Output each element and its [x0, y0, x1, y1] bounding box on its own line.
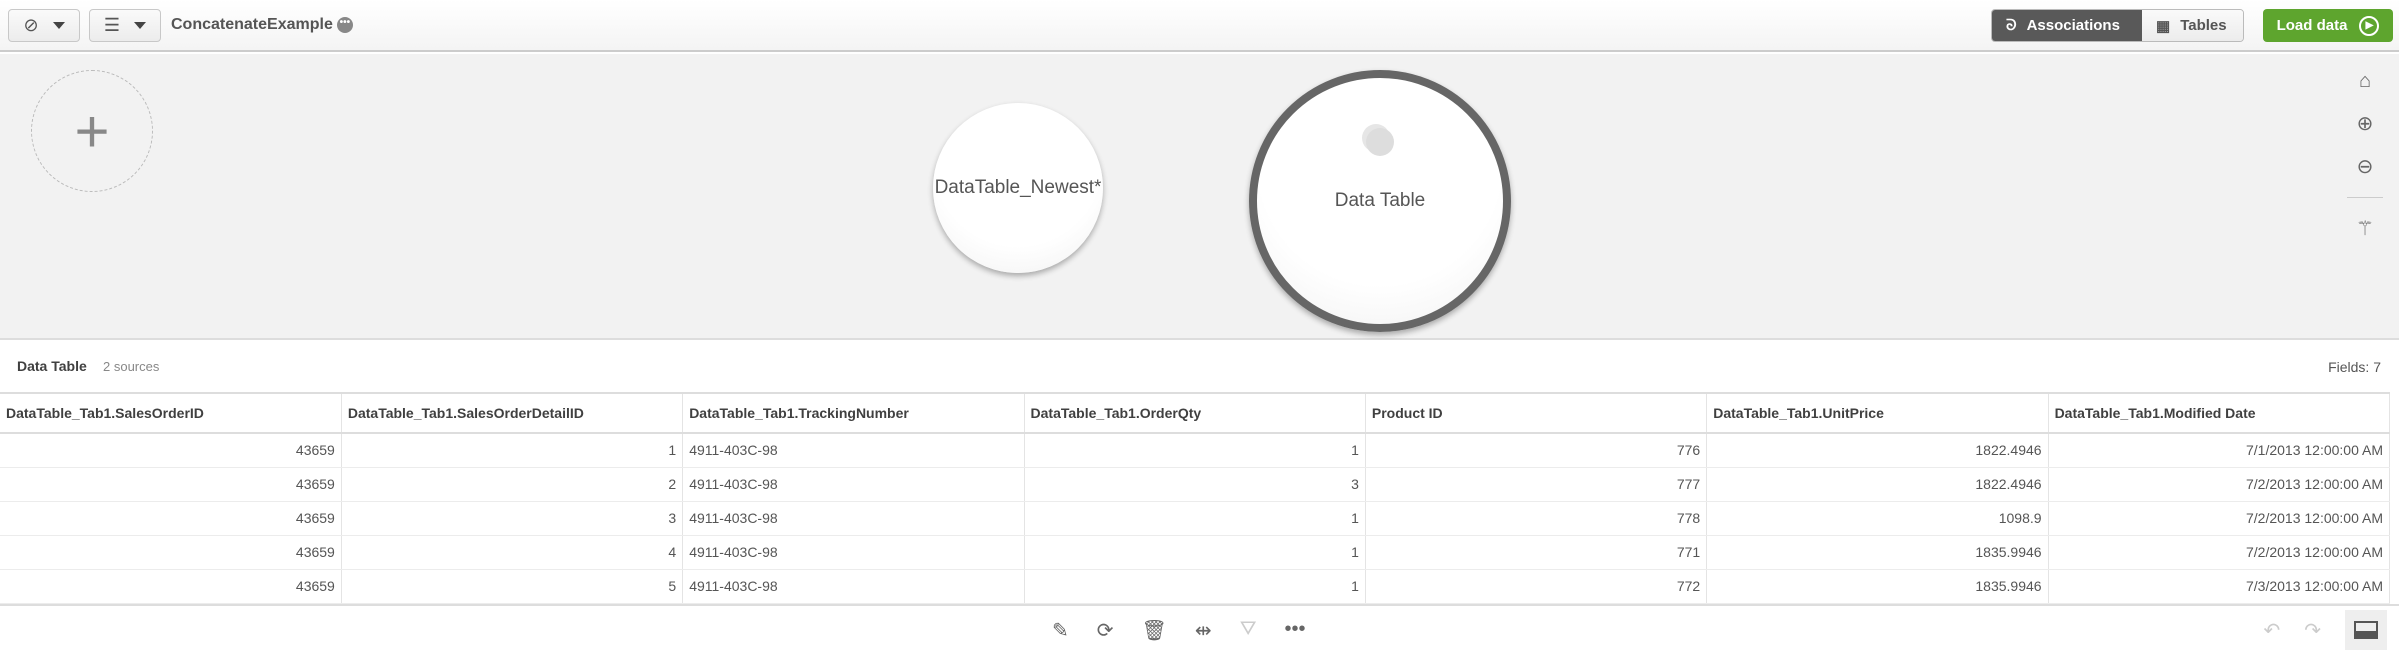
fields-count: Fields: 7 — [2328, 359, 2381, 375]
filter-icon[interactable]: ⛛ — [1240, 618, 1257, 643]
compass-icon: ⊘ — [23, 15, 39, 35]
zoom-out-icon[interactable]: ⊖ — [2357, 154, 2374, 179]
table-cell: 3 — [341, 501, 684, 536]
play-icon: ▶ — [2359, 15, 2380, 36]
associations-label: Associations — [2026, 17, 2120, 34]
edit-icon[interactable]: ✎ — [1052, 618, 1069, 643]
table-info-bar: Data Table 2 sources Fields: 7 — [0, 340, 2399, 392]
table-cell: 7/2/2013 12:00:00 AM — [2048, 467, 2391, 502]
table-cell: 1822.4946 — [1706, 433, 2049, 468]
table-cell: 1835.9946 — [1706, 569, 2049, 604]
table-cell: 7/3/2013 12:00:00 AM — [2048, 569, 2391, 604]
table-cell: 2 — [341, 467, 684, 502]
app-title: ConcatenateExample ••• — [171, 16, 353, 34]
table-header-row: DataTable_Tab1.SalesOrderID DataTable_Tab… — [0, 392, 2391, 434]
table-cell: 5 — [341, 569, 684, 604]
undo-icon[interactable]: ↶ — [2263, 618, 2280, 643]
table-cell: 772 — [1365, 569, 1708, 604]
column-header[interactable]: DataTable_Tab1.SalesOrderDetailID — [341, 392, 684, 434]
column-header[interactable]: DataTable_Tab1.UnitPrice — [1706, 392, 2049, 434]
delete-icon[interactable]: 🗑 — [1142, 618, 1167, 643]
table-bubble-label: Data Table — [1334, 190, 1426, 211]
table-cell: 4911-403C-98 — [682, 501, 1025, 536]
table-cell: 1822.4946 — [1706, 467, 2049, 502]
table-cell: 777 — [1365, 467, 1708, 502]
table-cell: 7/2/2013 12:00:00 AM — [2048, 501, 2391, 536]
refresh-icon[interactable]: ⟳ — [1097, 618, 1114, 643]
table-row: 43659 1 4911-403C-98 1 776 1822.4946 7/1/2013 … — [0, 433, 2391, 468]
global-menu-button[interactable]: ☰ — [89, 9, 161, 42]
table-title: Data Table — [17, 358, 87, 374]
tables-label: Tables — [2180, 17, 2227, 34]
data-preview-table: DataTable_Tab1.SalesOrderID DataTable_Tab… — [0, 392, 2391, 604]
magic-wand-icon[interactable]: ⚚ — [2356, 216, 2374, 241]
redo-icon[interactable]: ↷ — [2304, 618, 2321, 643]
table-cell: 43659 — [0, 501, 342, 536]
table-icon: ▦ — [2156, 17, 2171, 35]
table-cell: 1 — [1024, 433, 1366, 468]
table-cell: 7/2/2013 12:00:00 AM — [2048, 535, 2391, 570]
split-icon[interactable]: ⇹ — [1195, 618, 1212, 643]
add-data-button[interactable]: + — [31, 70, 153, 192]
table-cell: 3 — [1024, 467, 1366, 502]
bottom-toolbar: ✎ ⟳ 🗑 ⇹ ⛛ ••• ↶ ↷ — [0, 604, 2399, 654]
table-bubble-data-table[interactable]: Data Table — [1249, 70, 1511, 332]
table-cell: 4911-403C-98 — [682, 535, 1025, 570]
panel-icon — [2354, 621, 2378, 639]
column-header[interactable]: DataTable_Tab1.TrackingNumber — [682, 392, 1025, 434]
column-header[interactable]: DataTable_Tab1.Modified Date — [2048, 392, 2391, 434]
table-cell: 43659 — [0, 535, 342, 570]
table-cell: 1 — [341, 433, 684, 468]
table-cell: 4 — [341, 535, 684, 570]
navigation-menu-button[interactable]: ⊘ — [8, 9, 80, 42]
more-icon[interactable]: ••• — [336, 17, 353, 33]
table-cell: 4911-403C-98 — [682, 433, 1025, 468]
top-toolbar: ⊘ ☰ ConcatenateExample ••• ᘐ Associations … — [0, 0, 2399, 52]
table-cell: 7/1/2013 12:00:00 AM — [2048, 433, 2391, 468]
home-icon[interactable]: ⌂ — [2359, 70, 2371, 93]
table-cell: 43659 — [0, 467, 342, 502]
associations-icon: ᘐ — [2006, 17, 2017, 34]
table-cell: 1 — [1024, 501, 1366, 536]
table-bubble-label: DataTable_Newest* — [934, 177, 1102, 198]
chevron-down-icon — [52, 22, 65, 29]
chevron-down-icon — [134, 22, 147, 29]
table-cell: 776 — [1365, 433, 1708, 468]
column-header[interactable]: DataTable_Tab1.OrderQty — [1024, 392, 1366, 434]
table-cell: 43659 — [0, 433, 342, 468]
table-row: 43659 4 4911-403C-98 1 771 1835.9946 7/2/2013 … — [0, 535, 2391, 570]
divider — [2347, 197, 2383, 198]
app-title-text: ConcatenateExample — [171, 16, 333, 33]
plus-icon: + — [74, 97, 110, 165]
table-row: 43659 2 4911-403C-98 3 777 1822.4946 7/2/2013 … — [0, 467, 2391, 502]
view-switch: ᘐ Associations ▦ Tables — [1991, 9, 2244, 42]
table-cell: 771 — [1365, 535, 1708, 570]
canvas-tools: ⌂ ⊕ ⊖ ⚚ — [2345, 70, 2385, 241]
sources-count: 2 sources — [103, 359, 160, 374]
concatenated-icon — [1366, 128, 1394, 156]
table-cell: 778 — [1365, 501, 1708, 536]
table-bubble-datatable-newest[interactable]: DataTable_Newest* — [933, 103, 1103, 273]
load-data-label: Load data — [2276, 17, 2348, 34]
list-icon: ☰ — [103, 15, 121, 35]
table-cell: 1835.9946 — [1706, 535, 2049, 570]
tables-tab[interactable]: ▦ Tables — [2142, 10, 2243, 41]
column-header[interactable]: DataTable_Tab1.SalesOrderID — [0, 392, 342, 434]
table-cell: 4911-403C-98 — [682, 467, 1025, 502]
toggle-preview-panel-button[interactable] — [2345, 610, 2387, 650]
table-cell: 1 — [1024, 569, 1366, 604]
table-row: 43659 5 4911-403C-98 1 772 1835.9946 7/3/2013 … — [0, 569, 2391, 604]
zoom-in-icon[interactable]: ⊕ — [2357, 111, 2374, 136]
table-row: 43659 3 4911-403C-98 1 778 1098.9 7/2/2013 12:… — [0, 501, 2391, 536]
associations-tab[interactable]: ᘐ Associations — [1992, 10, 2142, 41]
table-cell: 4911-403C-98 — [682, 569, 1025, 604]
associations-canvas[interactable]: + DataTable_Newest* Data Table ⌂ ⊕ ⊖ ⚚ — [0, 54, 2399, 340]
more-icon[interactable]: ••• — [1285, 618, 1306, 643]
table-cell: 1 — [1024, 535, 1366, 570]
table-cell: 43659 — [0, 569, 342, 604]
load-data-button[interactable]: Load data ▶ — [2263, 9, 2393, 42]
column-header[interactable]: Product ID — [1365, 392, 1708, 434]
table-cell: 1098.9 — [1706, 501, 2049, 536]
